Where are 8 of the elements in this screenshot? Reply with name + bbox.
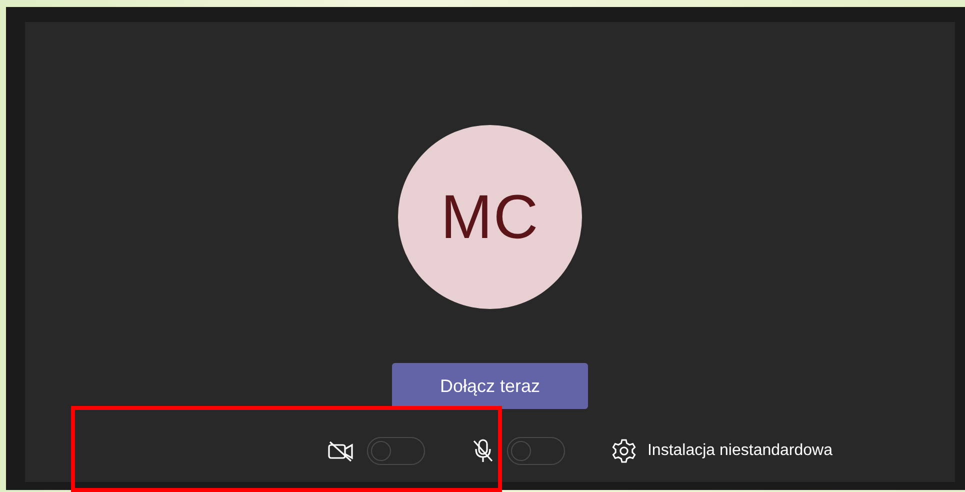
join-button[interactable]: Dołącz teraz — [392, 363, 588, 409]
microphone-toggle[interactable] — [507, 437, 566, 465]
camera-toggle[interactable] — [367, 437, 426, 465]
settings-icon[interactable] — [611, 438, 638, 464]
avatar-initials: MC — [440, 182, 540, 252]
camera-off-icon[interactable] — [327, 440, 356, 462]
microphone-off-icon[interactable] — [471, 438, 496, 464]
custom-setup-link[interactable]: Instalacja niestandardowa — [647, 442, 832, 460]
